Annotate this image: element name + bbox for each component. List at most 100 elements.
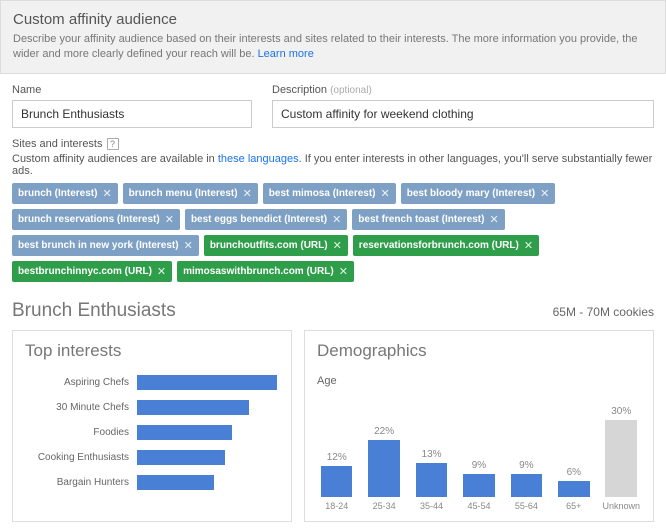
chip-url[interactable]: reservationsforbrunch.com (URL) ✕ (353, 235, 539, 256)
chip-interest[interactable]: brunch reservations (Interest) ✕ (12, 209, 180, 230)
close-icon[interactable]: ✕ (339, 265, 348, 278)
chip-interest[interactable]: brunch (Interest) ✕ (12, 183, 118, 204)
interest-bar-row: Foodies (25, 425, 279, 440)
age-bar-value: 13% (422, 449, 442, 460)
age-bar (368, 440, 400, 497)
description-label-text: Description (272, 84, 327, 96)
interest-bar (137, 400, 249, 415)
age-bar (321, 466, 353, 497)
cookies-estimate: 65M - 70M cookies (553, 305, 654, 319)
close-icon[interactable]: ✕ (524, 239, 533, 252)
chip-label: reservationsforbrunch.com (URL) (359, 240, 519, 251)
chip-url[interactable]: brunchoutfits.com (URL)✕ (204, 235, 348, 256)
close-icon[interactable]: ✕ (333, 239, 342, 252)
audience-name: Brunch Enthusiasts (12, 300, 176, 322)
interest-bar-label: Cooking Enthusiasts (25, 452, 137, 463)
age-bar-col: 30% Unknown (602, 393, 641, 511)
interest-bar (137, 425, 232, 440)
age-bar (558, 481, 590, 496)
age-bar-col: 22%25-34 (364, 393, 403, 511)
close-icon[interactable]: ✕ (489, 213, 498, 226)
interest-bar-label: 30 Minute Chefs (25, 402, 137, 413)
age-bar-col: 6% 65+ (554, 393, 593, 511)
chip-label: best french toast (Interest) (358, 214, 484, 225)
description-label: Description (optional) (272, 84, 654, 96)
language-note: Custom affinity audiences are available … (12, 153, 654, 177)
help-icon[interactable]: ? (107, 138, 119, 150)
close-icon[interactable]: ✕ (184, 239, 193, 252)
age-bar-value: 9% (472, 460, 486, 471)
demographics-subtitle: Age (317, 375, 641, 387)
close-icon[interactable]: ✕ (381, 187, 390, 200)
age-bar-label: Unknown (602, 501, 640, 511)
age-bar-col: 13% 35-44 (412, 393, 451, 511)
chip-label: best bloody mary (Interest) (407, 188, 535, 199)
header-panel: Custom affinity audience Describe your a… (0, 0, 666, 74)
chip-interest[interactable]: best french toast (Interest) ✕ (352, 209, 504, 230)
age-bar (511, 474, 543, 497)
interest-bar-row: 30 Minute Chefs (25, 400, 279, 415)
interest-bar-label: Bargain Hunters (25, 477, 137, 488)
description-optional: (optional) (330, 85, 372, 96)
close-icon[interactable]: ✕ (332, 213, 341, 226)
demographics-card: Demographics Age 12%18-2422%25-34 13% 35-4… (304, 330, 654, 522)
lang-note-prefix: Custom affinity audiences are available … (12, 153, 218, 165)
chip-label: best eggs benedict (Interest) (191, 214, 327, 225)
name-field: Name (12, 84, 252, 128)
chip-interest[interactable]: best brunch in new york (Interest) ✕ (12, 235, 199, 256)
chip-label: bestbrunchinnyc.com (URL) (18, 266, 152, 277)
description-input[interactable] (272, 100, 654, 128)
chip-interest[interactable]: best eggs benedict (Interest) ✕ (185, 209, 347, 230)
close-icon[interactable]: ✕ (540, 187, 549, 200)
demographics-title: Demographics (317, 341, 641, 361)
close-icon[interactable]: ✕ (165, 213, 174, 226)
description-field: Description (optional) (272, 84, 654, 128)
chip-label: best brunch in new york (Interest) (18, 240, 179, 251)
chip-label: brunch reservations (Interest) (18, 214, 160, 225)
chip-interest[interactable]: brunch menu (Interest)✕ (123, 183, 258, 204)
insights-section: Brunch Enthusiasts 65M - 70M cookies Top… (0, 292, 666, 530)
interest-bar-row: Aspiring Chefs (25, 375, 279, 390)
close-icon[interactable]: ✕ (243, 187, 252, 200)
age-bar-label: 18-24 (325, 501, 348, 511)
chip-label: mimosaswithbrunch.com (URL) (183, 266, 334, 277)
interest-bar-label: Aspiring Chefs (25, 377, 137, 388)
languages-link[interactable]: these languages (218, 153, 299, 165)
close-icon[interactable]: ✕ (157, 265, 166, 278)
chip-label: brunch (Interest) (18, 188, 97, 199)
age-bar-value: 30% (611, 406, 631, 417)
age-bar-col: 12%18-24 (317, 393, 356, 511)
sites-section: Sites and interests ? Custom affinity au… (0, 134, 666, 292)
sites-label: Sites and interests (12, 138, 103, 150)
age-bar-value: 6% (567, 467, 581, 478)
interest-bar (137, 475, 214, 490)
name-label: Name (12, 84, 252, 96)
top-interests-title: Top interests (25, 341, 279, 361)
learn-more-link[interactable]: Learn more (258, 48, 314, 60)
age-bar-col: 9% 45-54 (459, 393, 498, 511)
age-bar-col: 9% 55-64 (507, 393, 546, 511)
age-bar-label: 35-44 (420, 501, 443, 511)
header-description-text: Describe your affinity audience based on… (13, 33, 638, 60)
top-interests-card: Top interests Aspiring Chefs 30 Minute Ch… (12, 330, 292, 522)
age-bar-value: 9% (519, 460, 533, 471)
name-input[interactable] (12, 100, 252, 128)
close-icon[interactable]: ✕ (102, 187, 111, 200)
demographics-chart: 12%18-2422%25-34 13% 35-44 9% 45-54 9% 55-64 6%… (317, 393, 641, 511)
chip-url[interactable]: mimosaswithbrunch.com (URL) ✕ (177, 261, 354, 282)
header-description: Describe your affinity audience based on… (13, 32, 653, 63)
chips-container[interactable]: brunch (Interest)✕brunch menu (Interest)… (12, 183, 654, 282)
age-bar-label: 65+ (566, 501, 581, 511)
chip-label: best mimosa (Interest) (269, 188, 376, 199)
age-bar-label: 25-34 (373, 501, 396, 511)
top-interests-chart: Aspiring Chefs 30 Minute Chefs Foodies Cook… (25, 375, 279, 490)
age-bar-label: 55-64 (515, 501, 538, 511)
interest-bar (137, 450, 225, 465)
chip-url[interactable]: bestbrunchinnyc.com (URL) ✕ (12, 261, 172, 282)
age-bar (463, 474, 495, 497)
form-row: Name Description (optional) (0, 74, 666, 134)
chip-interest[interactable]: best bloody mary (Interest) ✕ (401, 183, 556, 204)
chip-interest[interactable]: best mimosa (Interest) ✕ (263, 183, 396, 204)
age-bar-label: 45-54 (467, 501, 490, 511)
header-title: Custom affinity audience (13, 11, 653, 28)
